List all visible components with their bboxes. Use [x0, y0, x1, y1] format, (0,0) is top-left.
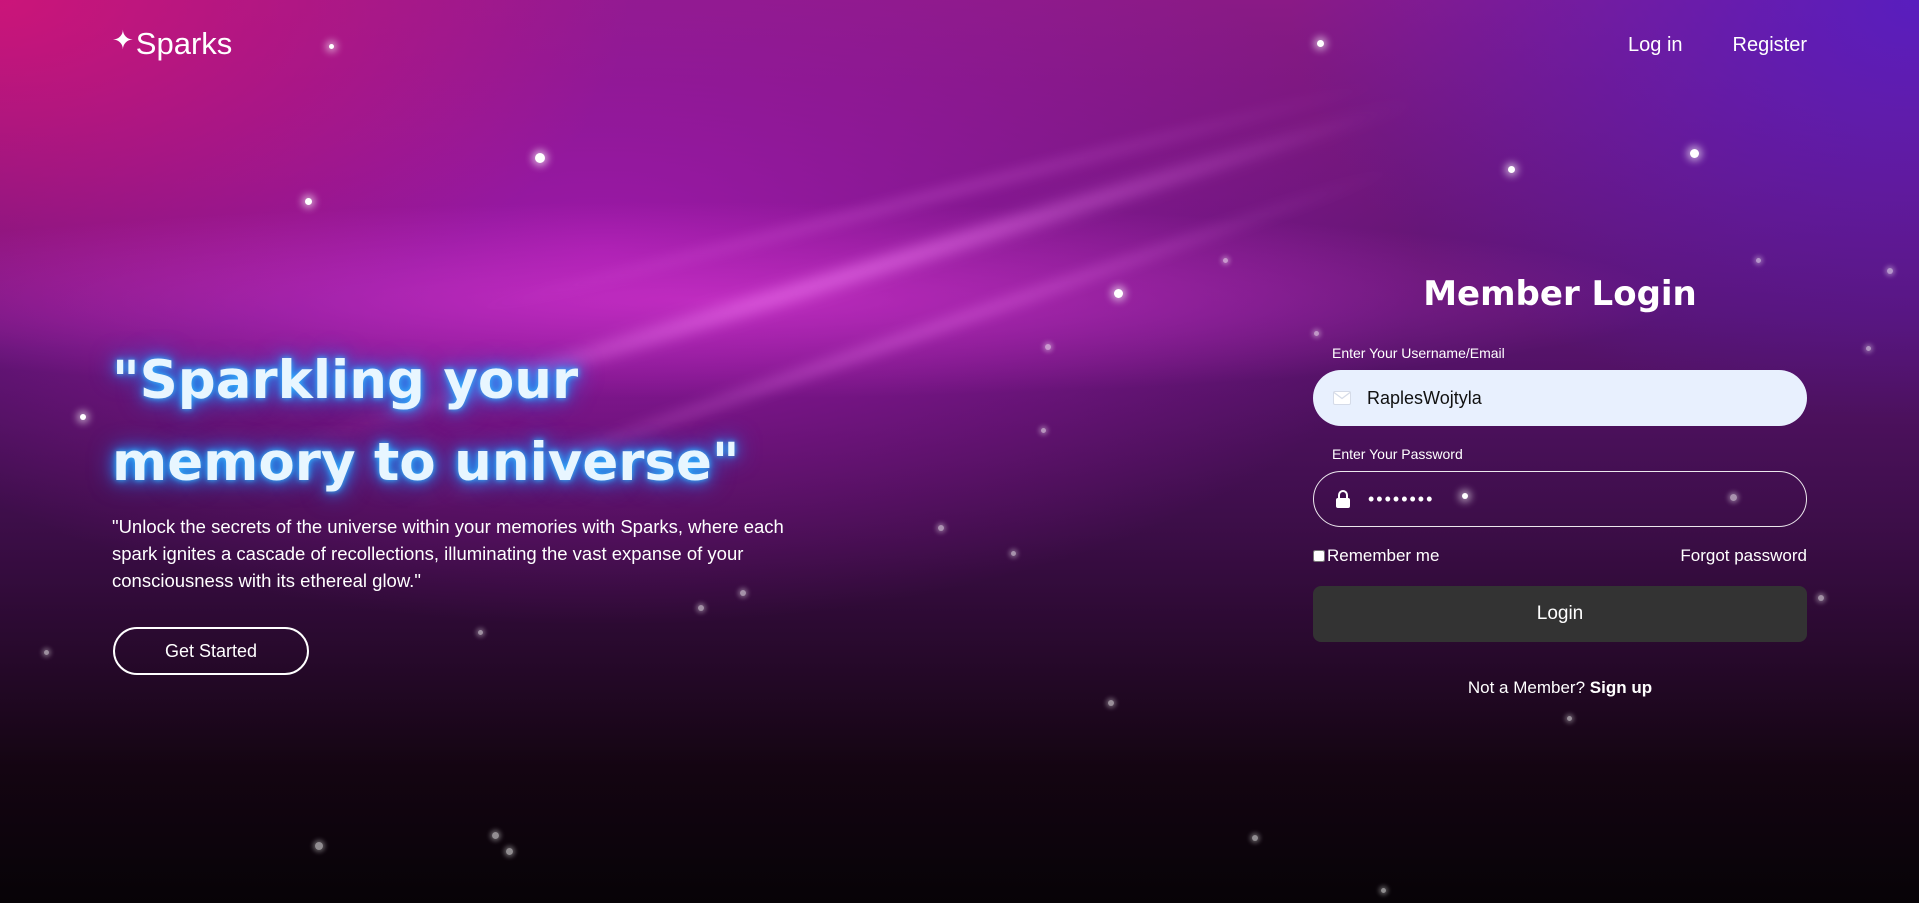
star — [44, 650, 49, 655]
logo[interactable]: ✦ Sparks — [112, 24, 233, 62]
hero-title-line-1: "Sparkling your — [112, 350, 579, 411]
star — [1114, 289, 1123, 298]
star — [506, 848, 513, 855]
star — [535, 153, 545, 163]
username-label: Enter Your Username/Email — [1332, 345, 1505, 361]
star — [1381, 888, 1386, 893]
star — [80, 414, 86, 420]
logo-text: Sparks — [135, 26, 233, 61]
lock-icon — [1318, 489, 1368, 509]
remember-me-checkbox[interactable] — [1313, 550, 1325, 562]
login-button[interactable]: Login — [1313, 586, 1807, 642]
star — [1866, 346, 1871, 351]
hero-title: "Sparkling your memory to universe" — [112, 340, 812, 504]
star — [1252, 835, 1258, 841]
hero-description: "Unlock the secrets of the universe with… — [112, 516, 784, 591]
star — [305, 198, 312, 205]
username-input[interactable] — [1367, 387, 1807, 409]
nav-register-link[interactable]: Register — [1733, 34, 1807, 57]
star — [1508, 166, 1515, 173]
star — [1045, 344, 1051, 350]
username-field[interactable] — [1313, 370, 1807, 426]
signup-link[interactable]: Sign up — [1590, 678, 1652, 697]
forgot-password-link[interactable]: Forgot password — [1680, 546, 1807, 566]
password-field[interactable] — [1313, 471, 1807, 527]
star — [938, 525, 944, 531]
envelope-icon — [1317, 391, 1367, 405]
star — [1887, 268, 1893, 274]
star — [1223, 258, 1228, 263]
star — [698, 605, 704, 611]
star — [478, 630, 483, 635]
star — [1314, 331, 1319, 336]
sparkle-icon: ✦ — [112, 24, 134, 55]
remember-me-label: Remember me — [1327, 546, 1440, 565]
star — [1756, 258, 1761, 263]
star — [329, 44, 334, 49]
light-streak — [432, 69, 1408, 329]
password-label: Enter Your Password — [1332, 446, 1463, 462]
star — [1041, 428, 1046, 433]
hero-title-line-2: memory to universe" — [112, 432, 740, 493]
signup-prompt: Not a Member? Sign up — [1313, 678, 1807, 698]
login-title: Member Login — [1423, 274, 1697, 314]
star — [492, 832, 499, 839]
get-started-button[interactable]: Get Started — [113, 627, 309, 675]
star — [1818, 595, 1824, 601]
password-input[interactable] — [1368, 488, 1806, 510]
star — [1011, 551, 1016, 556]
star — [315, 842, 323, 850]
nav-login-link[interactable]: Log in — [1628, 34, 1683, 57]
remember-me[interactable]: Remember me — [1313, 546, 1439, 566]
star — [1108, 700, 1114, 706]
star — [1567, 716, 1572, 721]
star — [1690, 149, 1699, 158]
signup-prompt-text: Not a Member? — [1467, 678, 1586, 697]
top-nav: Log in Register — [1628, 34, 1807, 57]
star — [1317, 40, 1324, 47]
